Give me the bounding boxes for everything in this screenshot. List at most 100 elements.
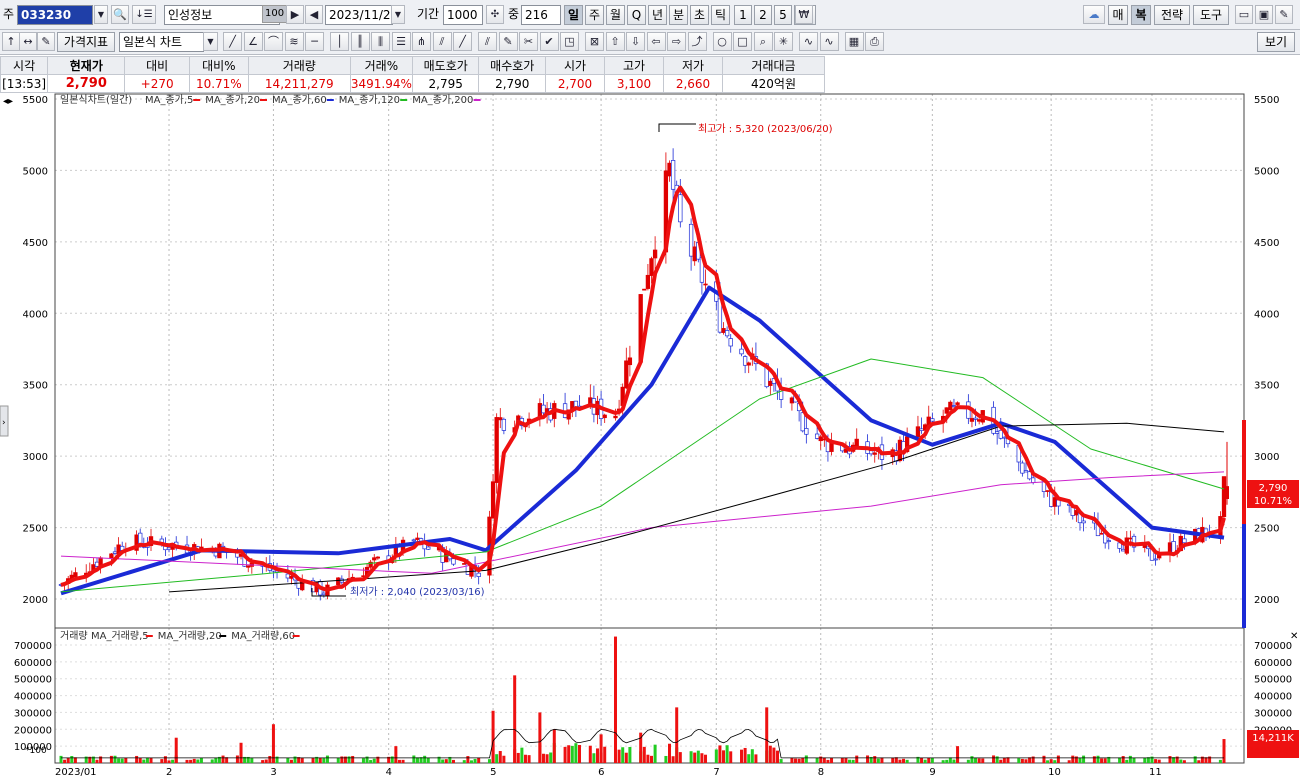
volume-bar	[527, 755, 531, 763]
wave-icon[interactable]: ₩	[795, 5, 813, 24]
right-button-2[interactable]: 전략	[1154, 5, 1190, 25]
arrow-up-icon[interactable]: ⇧	[605, 32, 625, 51]
volume-bar	[412, 755, 416, 763]
zoom-input[interactable]: 216	[521, 5, 561, 25]
candle-body	[246, 565, 251, 568]
save-icon[interactable]: ▣	[1255, 5, 1273, 24]
date-field[interactable]: 2023/11/21	[325, 5, 393, 25]
volume-bar	[628, 746, 632, 763]
volume-bar	[714, 749, 718, 763]
arrow-down-icon[interactable]: ⇩	[626, 32, 645, 51]
horizontal-line-icon[interactable]: ─	[305, 32, 324, 51]
square-grid-icon[interactable]: ◳	[560, 32, 579, 51]
right-button-3[interactable]: 도구	[1193, 5, 1229, 25]
x-tick-label: 4	[386, 767, 392, 776]
period-button-7[interactable]: 틱	[711, 5, 730, 25]
price-legend-item: MA_종가,20	[205, 94, 260, 106]
grid-icon[interactable]: ▦	[844, 32, 864, 51]
magnifier-icon[interactable]: ⌕	[753, 32, 773, 51]
pencil-icon[interactable]: ✎	[498, 32, 518, 51]
wave-2-icon[interactable]: ∿	[819, 32, 839, 51]
sort-icon[interactable]: ↓☰	[132, 5, 156, 24]
volume-bar	[361, 758, 365, 763]
fan-icon[interactable]: ≋	[284, 32, 304, 51]
candle-body	[494, 417, 499, 483]
date-dropdown-icon[interactable]: ▼	[391, 5, 405, 24]
flag-icon[interactable]: ⤴	[687, 32, 707, 51]
volume-bar	[214, 757, 218, 763]
volume-bar	[905, 759, 909, 763]
rectangle-icon[interactable]: □	[733, 32, 752, 51]
crosshair-icon[interactable]: ✣	[486, 5, 504, 24]
quote-value-5: 3491.94%	[349, 74, 413, 93]
x-tick-label: 10	[1048, 767, 1061, 776]
star-icon[interactable]: ✳	[774, 32, 793, 51]
volume-tick-left: 700000	[14, 641, 52, 652]
arrow-leftright-icon[interactable]: ↔	[19, 32, 37, 51]
period-button-6[interactable]: 초	[690, 5, 709, 25]
edit-icon[interactable]: ✎	[37, 32, 55, 51]
candle-body	[1182, 538, 1187, 544]
right-button-1[interactable]: 복	[1131, 5, 1151, 25]
minute-button-1[interactable]: 2	[754, 5, 772, 25]
wave-icon[interactable]: ∿	[799, 32, 818, 51]
scissors-icon[interactable]: ✂	[519, 32, 538, 51]
box-x-icon[interactable]: ⊠	[585, 32, 604, 51]
volume-bar	[678, 752, 682, 763]
stock-code-input[interactable]: 033230	[17, 5, 93, 25]
check-icon[interactable]: ✔	[539, 32, 559, 51]
high-annotation-pointer	[658, 123, 696, 132]
volume-bar	[866, 755, 870, 763]
period-button-0[interactable]: 일	[564, 5, 583, 25]
chart-type-dropdown-icon[interactable]: ▼	[203, 32, 218, 51]
period-input[interactable]: 1000	[443, 5, 483, 25]
play-next-icon[interactable]: ▶	[286, 5, 304, 24]
volume-bar	[498, 751, 502, 763]
wrench-icon[interactable]: ✎	[1275, 5, 1293, 24]
indicator-button[interactable]: 가격지표	[57, 32, 115, 52]
period-button-2[interactable]: 월	[606, 5, 625, 25]
trend-line-icon[interactable]: ╱	[223, 32, 242, 51]
minute-button-0[interactable]: 1	[734, 5, 752, 25]
print-icon[interactable]: ⎙	[865, 32, 884, 51]
grid-lines-icon[interactable]: ☰	[391, 32, 411, 51]
parallel-2-icon[interactable]: ⫽	[478, 32, 497, 51]
arc-icon[interactable]: ⌒	[264, 32, 283, 51]
circle-icon[interactable]: ○	[712, 32, 732, 51]
minute-button-2[interactable]: 5	[774, 5, 792, 25]
close-panel-icon[interactable]: ✕	[1290, 631, 1298, 642]
period-button-3[interactable]: Q	[627, 5, 646, 25]
volume-bar	[1168, 756, 1172, 763]
cloud-icon[interactable]: ☁	[1083, 5, 1105, 24]
volume-bar	[210, 759, 214, 763]
x-tick-label: 2	[166, 767, 172, 776]
volume-bar	[563, 746, 567, 763]
arrow-left-icon[interactable]: ⇦	[646, 32, 666, 51]
period-button-4[interactable]: 년	[648, 5, 667, 25]
fibo-icon[interactable]: ⫼	[371, 32, 390, 51]
arrow-right-icon[interactable]: ⇨	[667, 32, 686, 51]
arrow-up-icon[interactable]: ↑	[2, 32, 20, 51]
period-button-5[interactable]: 분	[669, 5, 688, 25]
code-dropdown-icon[interactable]: ▼	[94, 5, 108, 24]
angle-line-icon[interactable]: ∠	[243, 32, 263, 51]
candle-body	[1099, 532, 1104, 535]
candle-body	[1106, 540, 1111, 542]
chart-type-select[interactable]: 일본식 차트	[119, 32, 204, 52]
ray-icon[interactable]: ╱	[453, 32, 472, 51]
stock-chart[interactable]: ›5500 55005000 50004500 45004000 40003500 350…	[0, 92, 1300, 776]
view-button[interactable]: 보기	[1257, 32, 1295, 52]
play-prev-icon[interactable]: ◀	[305, 5, 323, 24]
search-icon[interactable]: 🔍	[111, 5, 129, 24]
channel-icon[interactable]: ⋔	[412, 32, 431, 51]
volume-bar	[347, 756, 351, 763]
double-line-icon[interactable]: ║	[350, 32, 370, 51]
right-button-0[interactable]: 매	[1108, 5, 1128, 25]
candle-body	[336, 577, 341, 586]
parallel-icon[interactable]: ⫽	[432, 32, 452, 51]
open-folder-icon[interactable]: ▭	[1235, 5, 1253, 24]
volume-series	[59, 636, 1226, 763]
vertical-line-icon[interactable]: │	[330, 32, 349, 51]
volume-bar	[689, 751, 693, 763]
period-button-1[interactable]: 주	[585, 5, 604, 25]
